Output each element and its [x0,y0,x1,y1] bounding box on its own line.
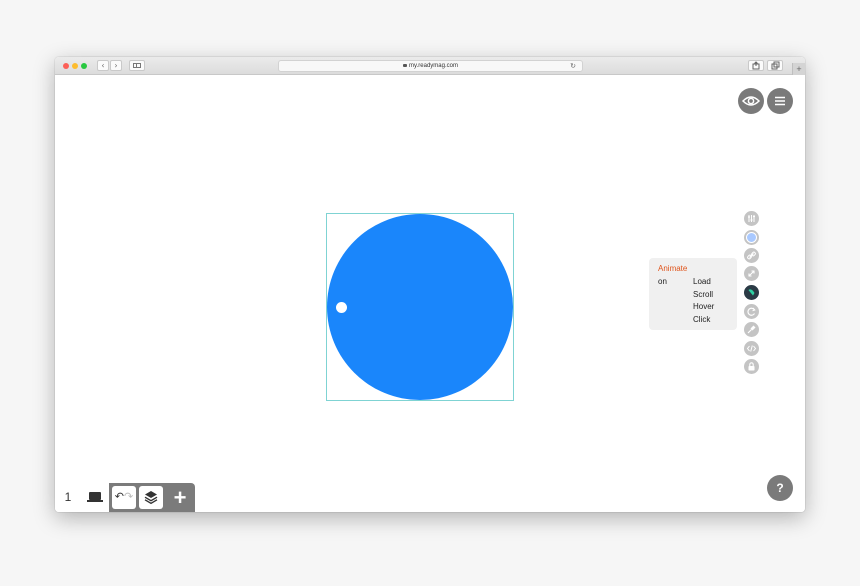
redo-icon[interactable]: ↷ [124,490,133,503]
trigger-option-hover[interactable]: Hover [693,302,714,311]
animation-anchor-handle[interactable] [336,302,347,313]
animation-icon [748,289,755,296]
link-icon [747,251,756,260]
laptop-icon [89,492,101,500]
editor-canvas[interactable]: Animate on Load Scroll Hover Click ? 1 ↶… [55,75,805,512]
tabs-icon [771,61,780,70]
forward-button[interactable]: › [110,60,122,71]
address-bar[interactable]: my.readymag.com ↻ [278,60,583,72]
edit-tools-group: ↶↷ + [109,483,195,512]
share-button[interactable] [748,60,764,71]
tool-lock-button[interactable] [744,359,759,374]
tool-fill-button[interactable] [744,230,759,245]
animation-panel: Animate on Load Scroll Hover Click [649,258,737,330]
fill-color-icon [746,232,757,243]
tool-animation-button[interactable] [744,285,759,300]
tool-pin-button[interactable] [744,322,759,337]
page-number[interactable]: 1 [55,483,81,512]
selected-widget-frame[interactable] [326,213,514,401]
reload-icon[interactable]: ↻ [570,61,576,71]
animation-panel-title: Animate [658,264,688,273]
layers-button[interactable] [139,486,163,509]
lock-icon [403,64,408,67]
trigger-option-scroll[interactable]: Scroll [693,290,713,299]
back-button[interactable]: ‹ [97,60,109,71]
trigger-option-click[interactable]: Click [693,315,710,324]
laptop-base [87,500,103,502]
add-widget-button[interactable]: + [167,485,193,510]
zoom-window-button[interactable] [81,63,87,69]
show-tabs-button[interactable] [767,60,783,71]
trigger-option-load[interactable]: Load [693,277,711,286]
new-tab-button[interactable]: + [792,63,805,75]
scale-icon [748,270,755,277]
bottom-toolbar: 1 ↶↷ + [55,483,195,512]
hamburger-icon [775,96,785,106]
share-icon [752,61,760,70]
device-preview-button[interactable] [81,483,109,512]
help-button[interactable]: ? [767,475,793,501]
address-text: my.readymag.com [409,63,458,69]
undo-icon[interactable]: ↶ [115,490,124,503]
tool-scale-button[interactable] [744,266,759,281]
tool-link-button[interactable] [744,248,759,263]
code-icon [746,345,757,352]
minimize-window-button[interactable] [72,63,78,69]
layers-icon [144,491,158,505]
preview-button[interactable] [738,88,764,114]
sidebar-icon [133,63,141,68]
sidebar-toggle-button[interactable] [129,60,145,71]
eye-icon [741,96,761,106]
browser-titlebar: ‹ › my.readymag.com ↻ + [55,57,805,75]
sliders-icon [748,215,755,222]
tool-code-button[interactable] [744,341,759,356]
rotate-icon [747,307,756,316]
animation-on-label: on [658,277,667,286]
tool-settings-button[interactable] [744,211,759,226]
undo-redo-button[interactable]: ↶↷ [112,486,136,509]
tool-rotate-button[interactable] [744,304,759,319]
menu-button[interactable] [767,88,793,114]
blue-circle-shape[interactable] [327,214,513,400]
browser-window: ‹ › my.readymag.com ↻ + Animate on Load … [55,57,805,512]
close-window-button[interactable] [63,63,69,69]
lock-icon [748,362,755,371]
pin-icon [747,325,756,334]
